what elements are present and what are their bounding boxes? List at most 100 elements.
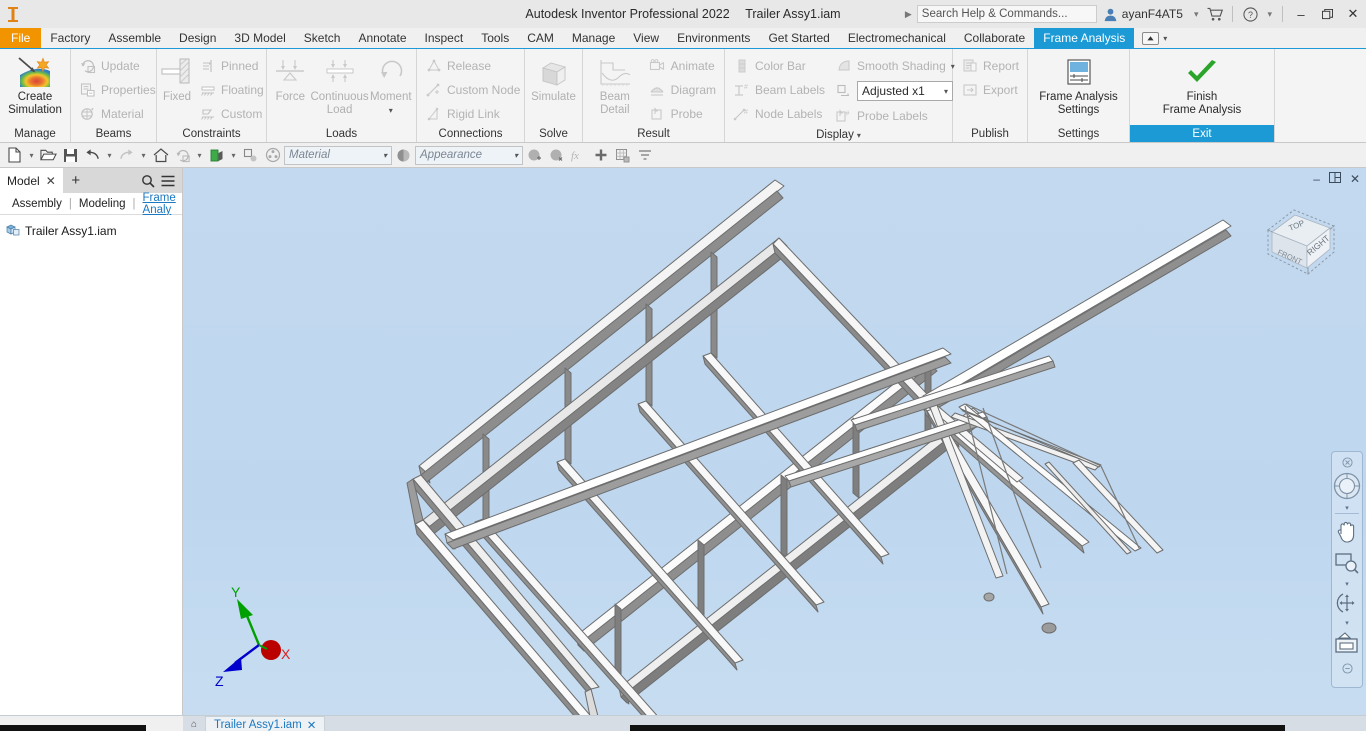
navbar-options-icon[interactable] xyxy=(1332,661,1362,675)
beam-labels-button[interactable]: # Beam Labels xyxy=(728,78,830,102)
restore-button[interactable] xyxy=(1314,1,1340,27)
ribbon-tab-factory[interactable]: Factory xyxy=(41,28,99,48)
browser-add-tab-icon[interactable]: + xyxy=(63,172,89,189)
orbit-caret-icon[interactable]: ▾ xyxy=(1345,618,1349,627)
adjust-appearance-icon[interactable] xyxy=(524,145,545,166)
full-navigation-wheel-icon[interactable] xyxy=(1332,469,1362,503)
zoom-window-icon[interactable] xyxy=(1332,547,1362,579)
browser-mode-frame-analysis[interactable]: Frame Analy xyxy=(136,192,183,216)
hamburger-menu-icon[interactable] xyxy=(158,175,178,187)
trailer-frame-model[interactable] xyxy=(183,168,1366,730)
open-folder-icon[interactable] xyxy=(38,145,59,166)
pinned-button[interactable]: Pinned xyxy=(194,54,269,78)
orbit-icon[interactable] xyxy=(1332,588,1362,618)
properties-button[interactable]: Properties xyxy=(74,78,161,102)
material-browser-icon[interactable] xyxy=(262,145,283,166)
moment-caret-icon[interactable]: ▾ xyxy=(389,104,393,117)
save-icon[interactable] xyxy=(60,145,81,166)
ribbon-tab-cam[interactable]: CAM xyxy=(518,28,563,48)
viewport-minimize-button[interactable]: – xyxy=(1313,172,1320,186)
browser-tab-model[interactable]: Model ✕ xyxy=(0,168,63,193)
ribbon-tab-design[interactable]: Design xyxy=(170,28,225,48)
document-tab[interactable]: Trailer Assy1.iam ✕ xyxy=(205,716,326,731)
frame-analysis-settings-button[interactable]: Frame Analysis Settings xyxy=(1031,52,1126,117)
scale-select[interactable]: Adjusted x1 ▾ xyxy=(857,81,954,101)
redo-caret-icon[interactable]: ▾ xyxy=(138,145,149,166)
nav-wheel-caret-icon[interactable]: ▾ xyxy=(1345,503,1349,512)
ribbon-tab-get-started[interactable]: Get Started xyxy=(759,28,838,48)
panel-display-title[interactable]: Display ▾ xyxy=(725,128,952,142)
material-caret-icon[interactable]: ▾ xyxy=(228,145,239,166)
new-file-icon[interactable] xyxy=(4,145,25,166)
custom-node-button[interactable]: Custom Node xyxy=(420,78,525,102)
ribbon-tab-annotate[interactable]: Annotate xyxy=(349,28,415,48)
material-button[interactable]: Material xyxy=(74,102,161,126)
ribbon-collapse-control[interactable]: ▾ xyxy=(1134,28,1175,48)
ribbon-tab-inspect[interactable]: Inspect xyxy=(416,28,473,48)
redo-icon[interactable] xyxy=(116,145,137,166)
ribbon-tab-tools[interactable]: Tools xyxy=(472,28,518,48)
grid-icon[interactable] xyxy=(612,145,633,166)
home-icon[interactable] xyxy=(150,145,171,166)
ribbon-options-caret-icon[interactable]: ▾ xyxy=(1163,34,1167,43)
look-at-camera-icon[interactable] xyxy=(1332,627,1362,659)
material-select[interactable]: Material ▾ xyxy=(284,145,392,165)
close-navbar-icon[interactable] xyxy=(1332,455,1362,469)
search-icon[interactable] xyxy=(138,174,158,188)
color-bar-button[interactable]: Color Bar xyxy=(728,54,830,78)
zoom-caret-icon[interactable]: ▾ xyxy=(1345,579,1349,588)
home-view-icon[interactable]: ⌂ xyxy=(183,719,205,730)
ribbon-tab-3d-model[interactable]: 3D Model xyxy=(225,28,294,48)
update-button[interactable]: Update xyxy=(74,54,161,78)
undo-icon[interactable] xyxy=(82,145,103,166)
create-simulation-button[interactable]: Create Simulation xyxy=(3,52,67,117)
pan-hand-icon[interactable] xyxy=(1332,515,1362,547)
ribbon-tab-sketch[interactable]: Sketch xyxy=(295,28,350,48)
cart-icon[interactable] xyxy=(1203,2,1227,26)
probe-labels-button[interactable]: # Probe Labels xyxy=(830,104,960,128)
ribbon-tab-assemble[interactable]: Assemble xyxy=(99,28,170,48)
appearance-select[interactable]: Appearance ▾ xyxy=(415,145,523,165)
plus-icon[interactable] xyxy=(590,145,611,166)
panel-display-caret-icon[interactable]: ▾ xyxy=(857,131,861,140)
user-menu-caret-icon[interactable]: ▾ xyxy=(1189,9,1204,20)
clear-appearance-icon[interactable] xyxy=(546,145,567,166)
force-button[interactable]: Force xyxy=(270,52,311,104)
ribbon-tab-frame-analysis[interactable]: Frame Analysis xyxy=(1034,28,1135,48)
ribbon-tab-collaborate[interactable]: Collaborate xyxy=(955,28,1034,48)
ribbon-tab-file[interactable]: File xyxy=(0,28,42,48)
custom-constraint-button[interactable]: Custom xyxy=(194,102,269,126)
continuous-load-button[interactable]: Continuous Load xyxy=(310,52,369,117)
beam-detail-button[interactable]: Beam Detail xyxy=(586,52,644,117)
document-tab-close-icon[interactable]: ✕ xyxy=(307,718,317,731)
diagram-button[interactable]: Diagram xyxy=(644,78,721,102)
browser-mode-modeling[interactable]: Modeling xyxy=(72,198,133,210)
smooth-shading-button[interactable]: Smooth Shading ▾ xyxy=(830,54,960,78)
view-cube[interactable]: TOP FRONT RIGHT xyxy=(1254,204,1350,282)
close-button[interactable]: ✕ xyxy=(1340,1,1366,27)
fixed-constraint-button[interactable]: Fixed xyxy=(160,52,194,104)
ribbon-tab-electromechanical[interactable]: Electromechanical xyxy=(839,28,955,48)
release-button[interactable]: Release xyxy=(420,54,525,78)
probe-button[interactable]: Probe xyxy=(644,102,721,126)
ribbon-tab-view[interactable]: View xyxy=(624,28,668,48)
simulate-button[interactable]: Simulate xyxy=(528,52,579,104)
search-expander-icon[interactable]: ▶ xyxy=(900,9,917,20)
ribbon-tab-manage[interactable]: Manage xyxy=(563,28,624,48)
material-swatch-icon[interactable] xyxy=(206,145,227,166)
moment-button[interactable]: Moment ▾ xyxy=(369,52,413,117)
overflow-icon[interactable] xyxy=(634,145,655,166)
select-icon[interactable] xyxy=(240,145,261,166)
browser-tab-close-icon[interactable]: ✕ xyxy=(46,174,56,188)
search-input[interactable]: Search Help & Commands... xyxy=(916,5,1097,23)
finish-frame-analysis-button[interactable]: Finish Frame Analysis xyxy=(1147,52,1257,117)
update-doc-icon[interactable] xyxy=(172,145,193,166)
tree-node-assembly[interactable]: Trailer Assy1.iam xyxy=(4,221,178,241)
floating-button[interactable]: Floating xyxy=(194,78,269,102)
animate-button[interactable]: Animate xyxy=(644,54,721,78)
browser-mode-assembly[interactable]: Assembly xyxy=(5,198,69,210)
user-account[interactable]: ayanF4AT5 xyxy=(1097,7,1189,22)
rigid-link-button[interactable]: Rigid Link xyxy=(420,102,525,126)
undo-caret-icon[interactable]: ▾ xyxy=(104,145,115,166)
export-button[interactable]: Export xyxy=(956,78,1024,102)
